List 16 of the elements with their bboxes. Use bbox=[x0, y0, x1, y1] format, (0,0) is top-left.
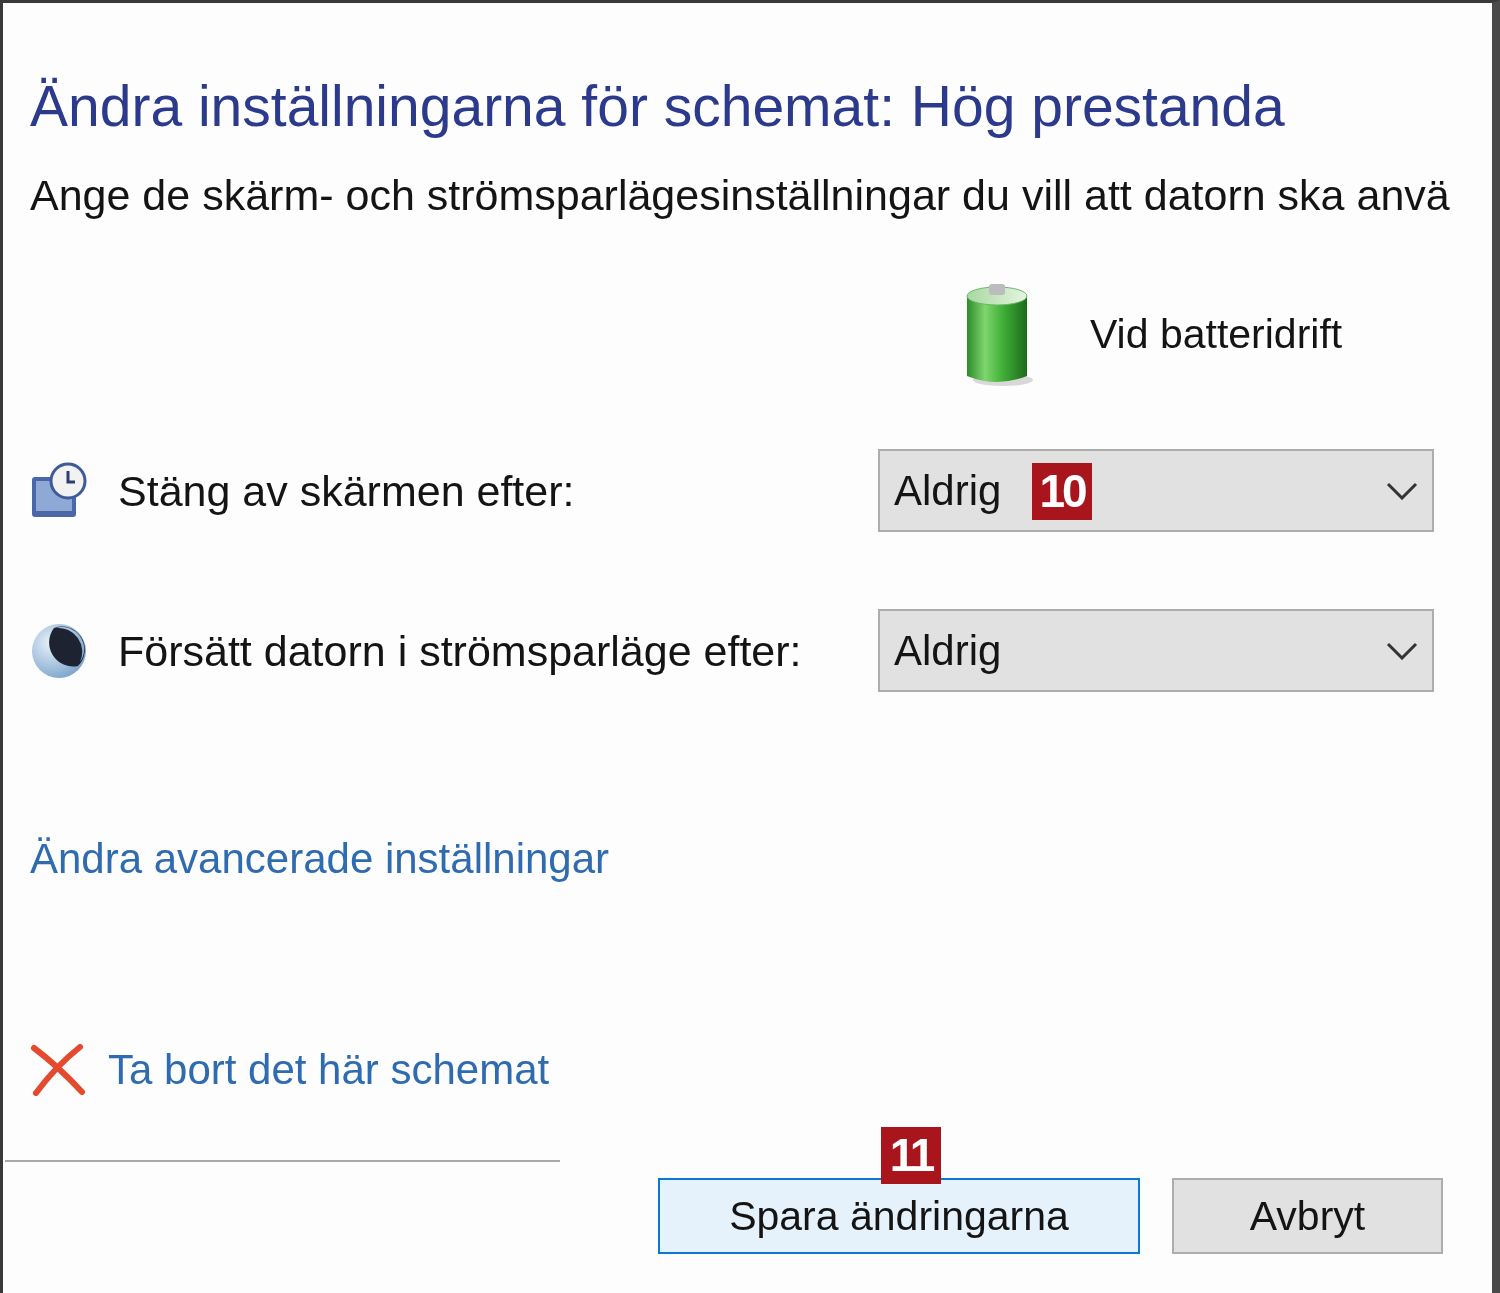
page-title: Ändra inställningarna för schemat: Hög prestanda bbox=[30, 73, 1285, 140]
setting-label: Försätt datorn i strömsparläge efter: bbox=[118, 625, 802, 676]
advanced-settings-link[interactable]: Ändra avancerade inställningar bbox=[30, 834, 610, 884]
moon-icon bbox=[30, 621, 88, 680]
dropdown[interactable]: Aldrig bbox=[878, 609, 1434, 692]
callout-badge: 11 bbox=[881, 1127, 941, 1184]
save-button[interactable]: Spara ändringarna bbox=[658, 1178, 1140, 1254]
delete-plan-link[interactable]: Ta bort det här schemat bbox=[108, 1045, 550, 1095]
column-header: Vid batteridrift bbox=[1090, 310, 1343, 358]
x-icon bbox=[30, 1044, 86, 1096]
setting-label: Stäng av skärmen efter: bbox=[118, 465, 575, 516]
description-text: Ange de skärm- och strömsparlägesinställningar du vill att datorn ska anvä bbox=[30, 170, 1450, 220]
cancel-button[interactable]: Avbryt bbox=[1172, 1178, 1443, 1254]
chevron-down-icon bbox=[1386, 641, 1418, 660]
chevron-down-icon bbox=[1386, 481, 1418, 500]
callout-badge: 10 bbox=[1032, 463, 1092, 520]
